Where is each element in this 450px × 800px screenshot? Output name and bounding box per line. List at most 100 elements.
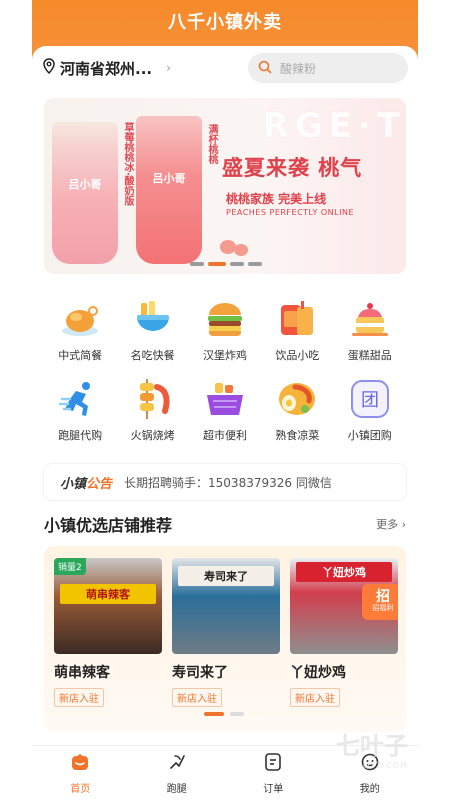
cup-brand-label: 吕小哥 (68, 178, 102, 191)
watermark: 七叶子 QYZ.COM (336, 726, 408, 770)
shop-signboard: 萌串辣客 (60, 584, 156, 604)
peach-image (234, 244, 248, 256)
banner-sub-slogan: 桃桃家族 完美上线 (226, 192, 327, 206)
shopping-basket-icon (203, 377, 247, 421)
new-shop-tag: 新店入驻 (54, 688, 104, 707)
app-screen: 八千小镇外卖 河南省郑州... › 酸辣粉 RGE·T 吕小哥 草莓桃桃冰·酸奶… (32, 0, 418, 800)
category-label: 饮品小吃 (275, 349, 320, 362)
tab-label: 订单 (263, 783, 284, 795)
category-item[interactable]: 饮品小吃 (261, 290, 333, 370)
section-title: 小镇优选店铺推荐 (44, 516, 173, 535)
shop-name: 丫妞炒鸡 (290, 665, 346, 681)
watermark-text: 七叶子 (336, 732, 408, 760)
recommended-shops-carousel: 萌串辣客 销量2 萌串辣客 新店入驻 寿司来了 寿司来了 新店入驻 丫妞炒鸡 招 (44, 546, 406, 732)
watermark-subtext: QYZ.COM (363, 761, 408, 770)
more-link[interactable]: 更多 › (376, 516, 406, 532)
category-label: 熟食凉菜 (275, 429, 320, 442)
runner-icon (58, 377, 102, 421)
errand-icon (167, 752, 187, 776)
drink-cup-image: 吕小哥 (136, 116, 202, 264)
sales-rank-badge: 销量2 (54, 558, 86, 575)
cup-brand-label: 吕小哥 (152, 172, 186, 185)
category-item[interactable]: 熟食凉菜 (261, 370, 333, 450)
category-item[interactable]: 跑腿代购 (44, 370, 116, 450)
shop-storefront-image: 寿司来了 (172, 558, 280, 654)
shop-storefront-image: 丫妞炒鸡 招 招福利 (290, 558, 398, 654)
group-buy-glyph: 团 (361, 390, 379, 411)
category-label: 名吃快餐 (130, 349, 175, 362)
shop-signboard: 丫妞炒鸡 (296, 562, 392, 582)
location-text: 河南省郑州... (60, 59, 153, 78)
cake-icon (348, 297, 392, 341)
shop-signboard: 寿司来了 (178, 566, 274, 586)
banner-slogan: 盛夏来袭 桃气 (222, 156, 363, 180)
promo-badge-title: 招 (376, 589, 390, 606)
announcement-brand-part2: 公告 (86, 476, 113, 492)
skewer-icon (131, 377, 175, 421)
category-label: 跑腿代购 (58, 429, 103, 442)
category-item[interactable]: 超市便利 (189, 370, 261, 450)
fast-food-bowl-icon (131, 297, 175, 341)
recruit-promo-badge[interactable]: 招 招福利 (362, 584, 398, 620)
shop-card[interactable]: 萌串辣客 销量2 萌串辣客 新店入驻 (54, 558, 162, 732)
indicator-inactive (230, 712, 244, 716)
carousel-dot[interactable] (230, 262, 244, 266)
search-input[interactable]: 酸辣粉 (248, 53, 408, 83)
group-buy-icon: 团 (348, 377, 392, 421)
cup-tag: 满杯桃桃 (206, 124, 217, 164)
announcement-text: 长期招聘骑手：15038379326 同微信 (124, 475, 332, 490)
cup-tag: 草莓桃桃冰·酸奶版 (122, 122, 133, 206)
home-content: RGE·T 吕小哥 草莓桃桃冰·酸奶版 吕小哥 满杯桃桃 盛夏来袭 桃气 桃桃家… (32, 90, 418, 745)
category-label: 超市便利 (202, 429, 247, 442)
category-item[interactable]: 蛋糕甜品 (334, 290, 406, 370)
roast-chicken-icon (58, 297, 102, 341)
shop-card[interactable]: 寿司来了 寿司来了 新店入驻 (172, 558, 280, 732)
location-selector[interactable]: 河南省郑州... › (42, 58, 171, 79)
category-label: 汉堡炸鸡 (202, 349, 247, 362)
app-title: 八千小镇外卖 (168, 12, 282, 33)
tab-label: 首页 (70, 783, 91, 795)
category-item[interactable]: 火锅烧烤 (116, 370, 188, 450)
orders-icon (263, 752, 283, 776)
screen-right-margin (418, 0, 450, 800)
carousel-dot[interactable] (190, 262, 204, 266)
tab-errand[interactable]: 跑腿 (129, 746, 226, 800)
shop-card[interactable]: 丫妞炒鸡 招 招福利 丫妞炒鸡 新店入驻 (290, 558, 398, 732)
shop-name: 萌串辣客 (54, 665, 110, 681)
category-grid: 中式简餐 名吃快餐 汉堡炸鸡 饮品小吃 蛋糕甜品 跑腿代购 火锅烧烤 超市便利 … (44, 286, 406, 454)
announcement-brand-part1: 小镇 (60, 476, 87, 492)
recommended-shops-header: 小镇优选店铺推荐 更多 › (44, 510, 406, 538)
banner-background-letters: RGE·T (262, 106, 406, 146)
home-icon (70, 752, 90, 776)
category-item[interactable]: 团 小镇团购 (334, 370, 406, 450)
drinks-icon (275, 297, 319, 341)
promo-banner[interactable]: RGE·T 吕小哥 草莓桃桃冰·酸奶版 吕小哥 满杯桃桃 盛夏来袭 桃气 桃桃家… (44, 98, 406, 274)
category-item[interactable]: 名吃快餐 (116, 290, 188, 370)
search-placeholder: 酸辣粉 (280, 61, 317, 76)
carousel-dot-active[interactable] (208, 262, 226, 266)
more-link-label: 更多 (376, 518, 399, 531)
new-shop-tag: 新店入驻 (172, 688, 222, 707)
tab-label: 我的 (359, 783, 380, 795)
location-search-bar: 河南省郑州... › 酸辣粉 (32, 46, 418, 90)
chevron-right-icon: › (166, 61, 171, 75)
screen-left-margin (0, 0, 32, 800)
announcement-bar[interactable]: 小镇公告 长期招聘骑手：15038379326 同微信 (44, 464, 406, 500)
new-shop-tag: 新店入驻 (290, 688, 340, 707)
tab-label: 跑腿 (166, 783, 187, 795)
promo-badge-subtitle: 招福利 (372, 604, 394, 613)
location-pin-icon (42, 58, 56, 78)
deli-plate-icon (275, 377, 319, 421)
tab-home[interactable]: 首页 (32, 746, 129, 800)
banner-english-slogan: PEACHES PERFECTLY ONLINE (226, 208, 355, 217)
category-label: 小镇团购 (347, 429, 392, 442)
carousel-dot[interactable] (248, 262, 262, 266)
category-label: 火锅烧烤 (130, 429, 175, 442)
category-item[interactable]: 汉堡炸鸡 (189, 290, 261, 370)
shop-name: 寿司来了 (172, 665, 228, 681)
tab-orders[interactable]: 订单 (225, 746, 322, 800)
shops-carousel-indicator (204, 712, 244, 716)
category-item[interactable]: 中式简餐 (44, 290, 116, 370)
indicator-active (204, 712, 224, 716)
search-icon (258, 59, 272, 78)
